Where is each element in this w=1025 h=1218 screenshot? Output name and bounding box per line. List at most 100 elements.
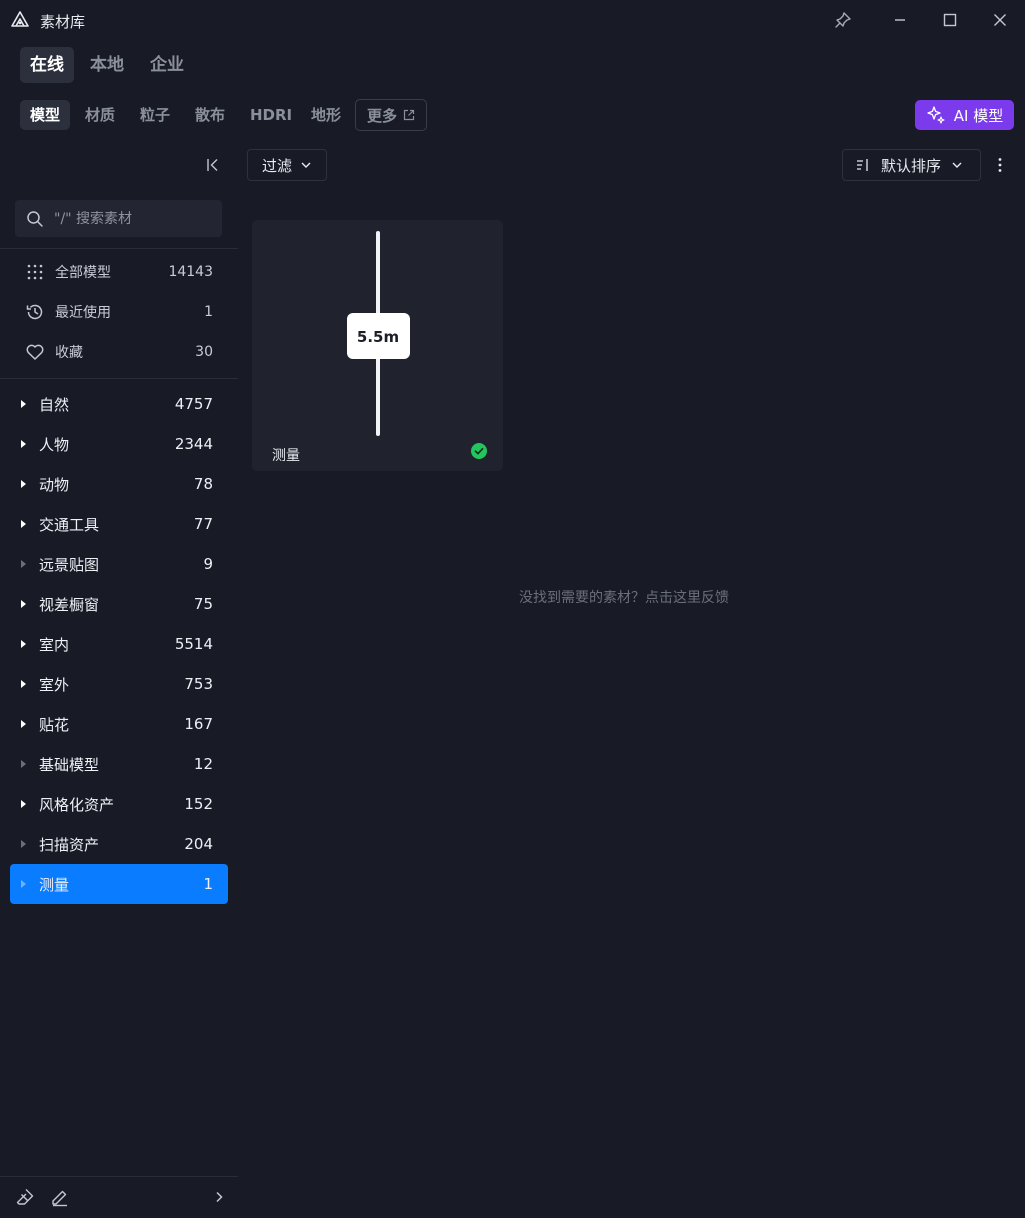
category-item-stylized-assets[interactable]: 风格化资产 152 — [10, 784, 228, 824]
caret-right-icon[interactable] — [21, 600, 26, 608]
category-count: 4757 — [174, 395, 213, 413]
search-icon — [27, 210, 43, 227]
asset-name: 测量 — [272, 448, 300, 464]
caret-right-icon[interactable] — [21, 680, 26, 688]
tab-online[interactable]: 在线 — [20, 47, 74, 83]
feedback-link[interactable]: 没找到需要的素材？点击这里反馈 — [519, 587, 729, 607]
downloaded-check-icon — [471, 443, 487, 459]
pencil-icon — [52, 1190, 67, 1207]
category-item-basic-models[interactable]: 基础模型 12 — [10, 744, 228, 784]
category-item-animals[interactable]: 动物 78 — [10, 464, 228, 504]
eraser-tool-button[interactable] — [15, 1187, 35, 1207]
kebab-menu-icon — [998, 158, 1002, 172]
category-count: 12 — [193, 755, 213, 773]
tab-particle[interactable]: 粒子 — [130, 100, 180, 130]
category-count: 753 — [184, 675, 213, 693]
grid-dots-icon — [24, 261, 46, 283]
tab-enterprise[interactable]: 企业 — [140, 47, 194, 83]
category-item-nature[interactable]: 自然 4757 — [10, 384, 228, 424]
sort-label: 默认排序 — [881, 156, 942, 175]
asset-card[interactable]: 5.5m 测量 — [252, 220, 503, 471]
asset-thumbnail: 5.5m — [347, 231, 410, 436]
sort-icon — [857, 159, 868, 171]
heart-icon — [24, 341, 46, 363]
sidebar: 全部模型 14143 最近使用 1 收藏 30 — [0, 140, 238, 1218]
category-label: 贴花 — [39, 715, 70, 734]
tab-hdri[interactable]: HDRI — [240, 100, 302, 130]
category-label: 基础模型 — [39, 755, 100, 774]
category-count: 9 — [203, 555, 213, 573]
tab-model[interactable]: 模型 — [20, 100, 71, 130]
category-item-scanned-assets[interactable]: 扫描资产 204 — [10, 824, 228, 864]
app-title: 素材库 — [40, 13, 86, 31]
tab-more[interactable]: 更多 — [355, 99, 427, 131]
tab-terrain[interactable]: 地形 — [301, 100, 351, 130]
maximize-button[interactable] — [938, 8, 962, 32]
history-icon — [24, 301, 46, 323]
category-item-distant-textures[interactable]: 远景贴图 9 — [10, 544, 228, 584]
more-options-button[interactable] — [990, 155, 1010, 175]
caret-right-icon — [21, 560, 26, 568]
close-icon — [994, 14, 1006, 26]
category-item-vehicles[interactable]: 交通工具 77 — [10, 504, 228, 544]
category-count: 77 — [193, 515, 213, 533]
sidebar-footer — [0, 1176, 238, 1218]
caret-right-icon[interactable] — [21, 440, 26, 448]
category-label: 自然 — [39, 395, 70, 414]
category-label: 远景贴图 — [39, 555, 100, 574]
category-label: 测量 — [39, 875, 70, 894]
ai-model-label: AI 模型 — [953, 106, 1004, 125]
minimize-button[interactable] — [888, 8, 912, 32]
collapse-sidebar-button[interactable] — [202, 154, 224, 176]
caret-right-icon — [21, 760, 26, 768]
close-button[interactable] — [988, 8, 1012, 32]
expand-footer-button[interactable] — [209, 1187, 229, 1207]
minimize-icon — [895, 19, 905, 21]
sort-dropdown[interactable]: 默认排序 — [842, 149, 981, 181]
caret-right-icon[interactable] — [21, 720, 26, 728]
tab-local[interactable]: 本地 — [80, 47, 134, 83]
tab-scatter[interactable]: 散布 — [185, 100, 235, 130]
search-field[interactable] — [15, 200, 222, 237]
measure-label-text: 5.5m — [357, 328, 399, 346]
caret-right-icon[interactable] — [21, 640, 26, 648]
app-logo-icon — [11, 11, 29, 27]
external-link-icon — [403, 109, 415, 121]
quick-item-label: 最近使用 — [55, 305, 111, 321]
edit-button[interactable] — [50, 1187, 70, 1207]
caret-right-icon[interactable] — [21, 520, 26, 528]
category-item-outdoor[interactable]: 室外 753 — [10, 664, 228, 704]
quick-item-all-models[interactable]: 全部模型 14143 — [15, 256, 222, 288]
asset-library-window: 素材库 在线 本地 企业 模型 材质 粒子 散布 HDRI 地形 更多 AI 模… — [0, 0, 1025, 1218]
quick-item-label: 收藏 — [55, 345, 83, 361]
collapse-left-icon — [207, 159, 218, 171]
title-bar: 素材库 — [0, 0, 1025, 40]
filter-button[interactable]: 过滤 — [247, 149, 327, 181]
category-item-indoor[interactable]: 室内 5514 — [10, 624, 228, 664]
chevron-right-icon — [216, 1191, 223, 1203]
quick-item-count: 1 — [204, 304, 213, 320]
category-item-people[interactable]: 人物 2344 — [10, 424, 228, 464]
caret-right-icon[interactable] — [21, 400, 26, 408]
tab-material[interactable]: 材质 — [75, 100, 125, 130]
category-label: 视差橱窗 — [39, 595, 100, 614]
category-item-measurement[interactable]: 测量 1 — [10, 864, 228, 904]
pin-button[interactable] — [831, 8, 855, 32]
maximize-icon — [943, 13, 957, 27]
category-count: 1 — [203, 875, 213, 893]
category-count: 78 — [193, 475, 213, 493]
category-count: 167 — [184, 715, 213, 733]
category-count: 5514 — [174, 635, 213, 653]
filter-label: 过滤 — [261, 156, 292, 175]
category-count: 152 — [184, 795, 213, 813]
caret-right-icon[interactable] — [21, 800, 26, 808]
search-input[interactable] — [54, 210, 214, 227]
ai-model-button[interactable]: AI 模型 — [915, 100, 1014, 130]
quick-item-favorites[interactable]: 收藏 30 — [15, 336, 222, 368]
category-item-parallax-windows[interactable]: 视差橱窗 75 — [10, 584, 228, 624]
caret-right-icon[interactable] — [21, 480, 26, 488]
quick-item-recent[interactable]: 最近使用 1 — [15, 296, 222, 328]
category-item-decals[interactable]: 贴花 167 — [10, 704, 228, 744]
more-label: 更多 — [366, 106, 397, 125]
category-label: 室外 — [39, 675, 70, 694]
